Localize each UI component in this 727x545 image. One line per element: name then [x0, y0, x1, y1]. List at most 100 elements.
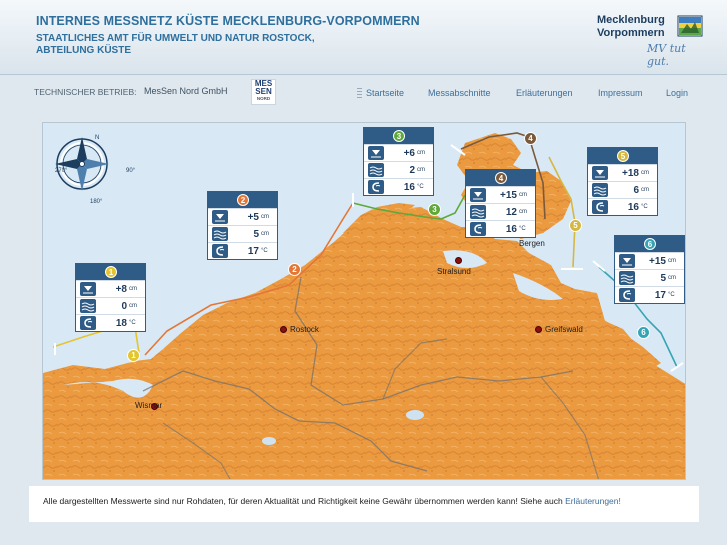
water-level-unit: cm — [668, 258, 676, 264]
water-level-unit: cm — [417, 150, 425, 156]
water-temp-icon — [619, 288, 635, 302]
nav-messabschnitte[interactable]: Messabschnitte — [428, 88, 491, 98]
wave-height-unit: cm — [641, 187, 649, 193]
section-2-pin[interactable]: 2 — [288, 263, 301, 276]
water-temp-icon — [470, 222, 486, 236]
disclaimer-link[interactable]: Erläuterungen! — [565, 496, 621, 506]
water-temp-value: 18 — [115, 317, 127, 329]
water-temp-icon — [368, 180, 384, 194]
menu-marker-icon — [357, 88, 362, 98]
navigation-bar: TECHNISCHER BETRIEB: MesSen Nord GmbH ME… — [0, 75, 727, 107]
station-badge: 1 — [105, 266, 117, 278]
nav-login[interactable]: Login — [666, 88, 688, 98]
wave-height-value: 5 — [660, 272, 666, 284]
page: INTERNES MESSNETZ KÜSTE MECKLENBURG-VORP… — [0, 0, 727, 545]
logo-text-line1: Mecklenburg — [597, 14, 665, 26]
city-rostock-marker — [280, 326, 287, 333]
city-wismar-label: Wismar — [135, 401, 163, 410]
wave-height-unit: cm — [261, 231, 269, 237]
operator-name: MesSen Nord GmbH — [144, 86, 228, 96]
water-level-value: +15 — [649, 255, 666, 267]
section-6-pin[interactable]: 6 — [637, 326, 650, 339]
station-panel-5[interactable]: 5 +18 cm 6 cm 16 °C — [587, 147, 658, 216]
section-4-pin[interactable]: 4 — [524, 132, 537, 145]
wave-height-unit: cm — [519, 209, 527, 215]
water-temp-value: 16 — [403, 181, 415, 193]
station-badge: 5 — [617, 150, 629, 162]
station-panel-1[interactable]: 1 +8 cm 0 cm 18 °C — [75, 263, 146, 332]
messen-logo[interactable]: MES SEN NORD — [251, 79, 276, 105]
wave-height-icon — [80, 299, 96, 313]
compass-label-w: 270° — [55, 168, 68, 174]
wave-height-unit: cm — [417, 167, 425, 173]
operator-label: TECHNISCHER BETRIEB: — [34, 87, 137, 97]
mv-flag-icon — [677, 15, 703, 37]
wave-height-value: 12 — [505, 206, 517, 218]
water-temp-unit: °C — [668, 292, 675, 298]
city-stralsund-label: Stralsund — [437, 267, 471, 276]
wave-height-unit: cm — [129, 303, 137, 309]
compass-label-s: 180° — [90, 199, 103, 205]
city-rostock-label: Rostock — [290, 325, 319, 334]
water-temp-unit: °C — [261, 248, 268, 254]
water-level-icon — [368, 146, 384, 160]
station-badge: 6 — [644, 238, 656, 250]
section-3-pin[interactable]: 3 — [428, 203, 441, 216]
station-badge: 3 — [393, 130, 405, 142]
water-level-value: +6 — [403, 147, 415, 159]
nav-startseite[interactable]: Startseite — [366, 88, 404, 98]
nav-erlaeuterungen[interactable]: Erläuterungen — [516, 88, 573, 98]
nav-impressum[interactable]: Impressum — [598, 88, 643, 98]
station-panel-6[interactable]: 6 +15 cm 5 cm 17 °C — [614, 235, 685, 304]
station-panel-3[interactable]: 3 +6 cm 2 cm 16 °C — [363, 127, 434, 196]
water-temp-icon — [80, 316, 96, 330]
water-temp-unit: °C — [129, 320, 136, 326]
mv-logo[interactable]: Mecklenburg Vorpommern MV tut gut. — [597, 14, 707, 68]
section-5-pin[interactable]: 5 — [569, 219, 582, 232]
messen-logo-line2: SEN — [255, 87, 272, 96]
wave-height-value: 0 — [121, 300, 127, 312]
compass-rose-icon — [55, 137, 109, 191]
logo-text-line2: Vorpommern — [597, 27, 665, 39]
disclaimer-footer: Alle dargestellten Messwerte sind nur Ro… — [29, 486, 699, 522]
disclaimer-body: Alle dargestellten Messwerte sind nur Ro… — [43, 496, 566, 506]
water-temp-value: 17 — [654, 289, 666, 301]
water-level-icon — [212, 210, 228, 224]
station-badge: 2 — [237, 194, 249, 206]
water-level-value: +5 — [247, 211, 259, 223]
city-greifswald-marker — [535, 326, 542, 333]
water-level-icon — [619, 254, 635, 268]
wave-height-icon — [619, 271, 635, 285]
compass-label-n: N — [95, 135, 100, 141]
wave-height-icon — [470, 205, 486, 219]
section-1-pin[interactable]: 1 — [127, 349, 140, 362]
water-temp-value: 16 — [627, 201, 639, 213]
wave-height-unit: cm — [668, 275, 676, 281]
water-level-unit: cm — [261, 214, 269, 220]
water-temp-value: 16 — [505, 223, 517, 235]
station-panel-2[interactable]: 2 +5 cm 5 cm 17 °C — [207, 191, 278, 260]
wave-height-icon — [212, 227, 228, 241]
water-level-icon — [592, 166, 608, 180]
city-bergen-label: Bergen — [519, 239, 545, 248]
water-level-value: +15 — [500, 189, 517, 201]
water-level-unit: cm — [519, 192, 527, 198]
water-temp-unit: °C — [641, 204, 648, 210]
water-temp-value: 17 — [247, 245, 259, 257]
wave-height-icon — [368, 163, 384, 177]
page-subtitle-line1: STAATLICHES AMT FÜR UMWELT UND NATUR ROS… — [36, 33, 315, 44]
water-level-unit: cm — [129, 286, 137, 292]
wave-height-icon — [592, 183, 608, 197]
water-temp-icon — [212, 244, 228, 258]
page-subtitle-line2: ABTEILUNG KÜSTE — [36, 45, 131, 56]
compass-label-e: 90° — [126, 168, 136, 174]
coast-map[interactable]: N 90° 180° 270° Wismar Rostock Stralsund… — [42, 122, 686, 480]
disclaimer-text: Alle dargestellten Messwerte sind nur Ro… — [43, 496, 621, 506]
city-stralsund-marker — [455, 257, 462, 264]
wave-height-value: 2 — [409, 164, 415, 176]
station-panel-4[interactable]: 4 +15 cm 12 cm 16 °C — [465, 169, 536, 238]
wave-height-value: 5 — [253, 228, 259, 240]
city-greifswald-label: Greifswald — [545, 325, 583, 334]
wave-height-value: 6 — [633, 184, 639, 196]
water-level-icon — [470, 188, 486, 202]
